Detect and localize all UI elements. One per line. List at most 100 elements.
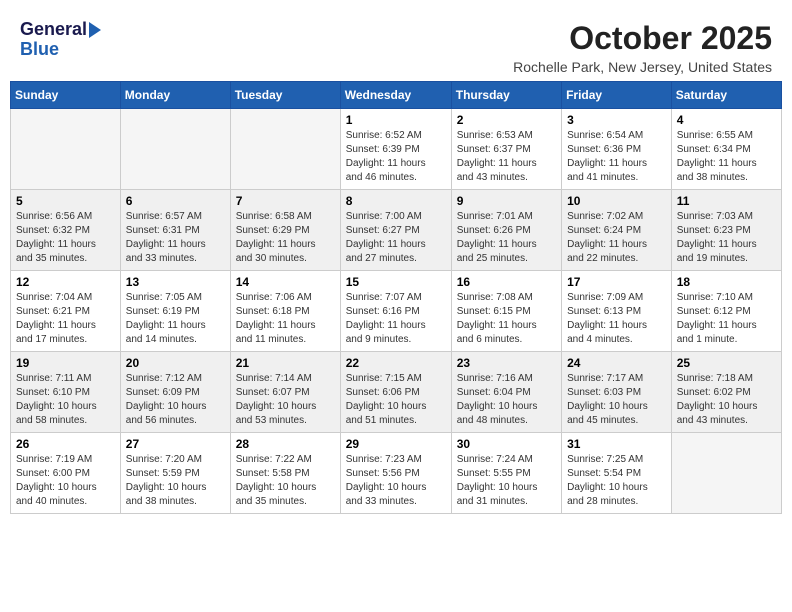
calendar-cell: 6Sunrise: 6:57 AM Sunset: 6:31 PM Daylig… xyxy=(120,190,230,271)
calendar-cell: 21Sunrise: 7:14 AM Sunset: 6:07 PM Dayli… xyxy=(230,352,340,433)
day-info: Sunrise: 7:10 AM Sunset: 6:12 PM Dayligh… xyxy=(677,291,776,347)
calendar-cell: 13 Sunrise: 7:05 AM Sunset: 6:19 PM Dayli… xyxy=(120,271,230,352)
day-info: Sunrise: 7:18 AM Sunset: 6:02 PM Dayligh… xyxy=(677,372,776,428)
weekday-header-thursday: Thursday xyxy=(451,82,561,109)
weekday-header-friday: Friday xyxy=(562,82,672,109)
month-title: October 2025 xyxy=(513,20,772,57)
day-number: 8 xyxy=(346,194,446,208)
calendar-cell: 30 Sunrise: 7:24 AM Sunset: 5:55 PM Dayli… xyxy=(451,433,561,514)
calendar-cell: 14 Sunrise: 7:06 AM Sunset: 6:18 PM Dayli… xyxy=(230,271,340,352)
calendar-cell: 17 Sunrise: 7:09 AM Sunset: 6:13 PM Dayli… xyxy=(562,271,672,352)
day-info: Sunrise: 7:09 AM Sunset: 6:13 PM Dayligh… xyxy=(567,291,666,347)
calendar-cell: 7Sunrise: 6:58 AM Sunset: 6:29 PM Daylig… xyxy=(230,190,340,271)
calendar-cell xyxy=(671,433,781,514)
calendar-cell xyxy=(120,109,230,190)
day-number: 16 xyxy=(457,275,556,289)
day-info: Sunrise: 7:02 AM Sunset: 6:24 PM Dayligh… xyxy=(567,210,666,266)
calendar-week-row: 5 Sunrise: 6:56 AM Sunset: 6:32 PM Daylig… xyxy=(11,190,782,271)
day-number: 4 xyxy=(677,113,776,127)
day-info: Sunrise: 7:11 AM Sunset: 6:10 PM Dayligh… xyxy=(16,372,115,428)
day-number: 10 xyxy=(567,194,666,208)
weekday-header-tuesday: Tuesday xyxy=(230,82,340,109)
calendar-cell: 31 Sunrise: 7:25 AM Sunset: 5:54 PM Dayli… xyxy=(562,433,672,514)
day-number: 28 xyxy=(236,437,335,451)
calendar-cell: 25 Sunrise: 7:18 AM Sunset: 6:02 PM Dayli… xyxy=(671,352,781,433)
calendar-cell xyxy=(11,109,121,190)
day-number: 11 xyxy=(677,194,776,208)
day-number: 15 xyxy=(346,275,446,289)
calendar-cell: 5 Sunrise: 6:56 AM Sunset: 6:32 PM Daylig… xyxy=(11,190,121,271)
calendar-cell: 3Sunrise: 6:54 AM Sunset: 6:36 PM Daylig… xyxy=(562,109,672,190)
day-info: Sunrise: 7:05 AM Sunset: 6:19 PM Dayligh… xyxy=(126,291,225,347)
calendar-cell: 27 Sunrise: 7:20 AM Sunset: 5:59 PM Dayli… xyxy=(120,433,230,514)
logo-text-general: General xyxy=(20,20,87,40)
day-number: 24 xyxy=(567,356,666,370)
calendar-cell: 10 Sunrise: 7:02 AM Sunset: 6:24 PM Dayli… xyxy=(562,190,672,271)
day-info: Sunrise: 7:00 AM Sunset: 6:27 PM Dayligh… xyxy=(346,210,446,266)
day-number: 2 xyxy=(457,113,556,127)
day-info: Sunrise: 6:54 AM Sunset: 6:36 PM Dayligh… xyxy=(567,129,666,185)
logo-arrow-icon xyxy=(89,22,101,38)
day-info: Sunrise: 7:22 AM Sunset: 5:58 PM Dayligh… xyxy=(236,453,335,509)
calendar-cell: 18 Sunrise: 7:10 AM Sunset: 6:12 PM Dayli… xyxy=(671,271,781,352)
day-info: Sunrise: 6:53 AM Sunset: 6:37 PM Dayligh… xyxy=(457,129,556,185)
calendar-cell: 8 Sunrise: 7:00 AM Sunset: 6:27 PM Daylig… xyxy=(340,190,451,271)
calendar-header-row: SundayMondayTuesdayWednesdayThursdayFrid… xyxy=(11,82,782,109)
day-info: Sunrise: 7:01 AM Sunset: 6:26 PM Dayligh… xyxy=(457,210,556,266)
calendar-cell: 23Sunrise: 7:16 AM Sunset: 6:04 PM Dayli… xyxy=(451,352,561,433)
day-info: Sunrise: 7:04 AM Sunset: 6:21 PM Dayligh… xyxy=(16,291,115,347)
day-info: Sunrise: 7:23 AM Sunset: 5:56 PM Dayligh… xyxy=(346,453,446,509)
day-number: 14 xyxy=(236,275,335,289)
day-number: 17 xyxy=(567,275,666,289)
day-info: Sunrise: 7:25 AM Sunset: 5:54 PM Dayligh… xyxy=(567,453,666,509)
day-info: Sunrise: 6:56 AM Sunset: 6:32 PM Dayligh… xyxy=(16,210,115,266)
calendar-cell: 2 Sunrise: 6:53 AM Sunset: 6:37 PM Daylig… xyxy=(451,109,561,190)
day-number: 19 xyxy=(16,356,115,370)
calendar-cell: 22 Sunrise: 7:15 AM Sunset: 6:06 PM Dayli… xyxy=(340,352,451,433)
location-title: Rochelle Park, New Jersey, United States xyxy=(513,59,772,75)
weekday-header-wednesday: Wednesday xyxy=(340,82,451,109)
day-number: 13 xyxy=(126,275,225,289)
calendar-cell: 26 Sunrise: 7:19 AM Sunset: 6:00 PM Dayli… xyxy=(11,433,121,514)
day-info: Sunrise: 7:24 AM Sunset: 5:55 PM Dayligh… xyxy=(457,453,556,509)
calendar-cell: 11 Sunrise: 7:03 AM Sunset: 6:23 PM Dayli… xyxy=(671,190,781,271)
calendar-cell: 20 Sunrise: 7:12 AM Sunset: 6:09 PM Dayli… xyxy=(120,352,230,433)
calendar-cell: 19 Sunrise: 7:11 AM Sunset: 6:10 PM Dayli… xyxy=(11,352,121,433)
day-number: 22 xyxy=(346,356,446,370)
day-info: Sunrise: 7:16 AM Sunset: 6:04 PM Dayligh… xyxy=(457,372,556,428)
day-number: 26 xyxy=(16,437,115,451)
day-number: 21 xyxy=(236,356,335,370)
day-info: Sunrise: 7:19 AM Sunset: 6:00 PM Dayligh… xyxy=(16,453,115,509)
day-number: 20 xyxy=(126,356,225,370)
day-info: Sunrise: 6:55 AM Sunset: 6:34 PM Dayligh… xyxy=(677,129,776,185)
calendar-cell: 15Sunrise: 7:07 AM Sunset: 6:16 PM Dayli… xyxy=(340,271,451,352)
day-info: Sunrise: 7:17 AM Sunset: 6:03 PM Dayligh… xyxy=(567,372,666,428)
day-info: Sunrise: 6:52 AM Sunset: 6:39 PM Dayligh… xyxy=(346,129,446,185)
day-info: Sunrise: 7:15 AM Sunset: 6:06 PM Dayligh… xyxy=(346,372,446,428)
day-info: Sunrise: 6:57 AM Sunset: 6:31 PM Dayligh… xyxy=(126,210,225,266)
calendar-week-row: 1Sunrise: 6:52 AM Sunset: 6:39 PM Daylig… xyxy=(11,109,782,190)
day-number: 30 xyxy=(457,437,556,451)
day-number: 29 xyxy=(346,437,446,451)
day-info: Sunrise: 7:20 AM Sunset: 5:59 PM Dayligh… xyxy=(126,453,225,509)
day-number: 25 xyxy=(677,356,776,370)
page-header: General Blue October 2025 Rochelle Park,… xyxy=(10,10,782,81)
day-info: Sunrise: 7:06 AM Sunset: 6:18 PM Dayligh… xyxy=(236,291,335,347)
weekday-header-monday: Monday xyxy=(120,82,230,109)
calendar-cell: 12 Sunrise: 7:04 AM Sunset: 6:21 PM Dayli… xyxy=(11,271,121,352)
day-number: 5 xyxy=(16,194,115,208)
day-number: 12 xyxy=(16,275,115,289)
calendar-week-row: 19 Sunrise: 7:11 AM Sunset: 6:10 PM Dayli… xyxy=(11,352,782,433)
title-block: October 2025 Rochelle Park, New Jersey, … xyxy=(513,20,772,75)
day-info: Sunrise: 7:12 AM Sunset: 6:09 PM Dayligh… xyxy=(126,372,225,428)
day-info: Sunrise: 7:03 AM Sunset: 6:23 PM Dayligh… xyxy=(677,210,776,266)
day-info: Sunrise: 7:08 AM Sunset: 6:15 PM Dayligh… xyxy=(457,291,556,347)
day-number: 9 xyxy=(457,194,556,208)
logo: General Blue xyxy=(20,20,101,60)
calendar-cell: 28 Sunrise: 7:22 AM Sunset: 5:58 PM Dayli… xyxy=(230,433,340,514)
calendar-cell: 24 Sunrise: 7:17 AM Sunset: 6:03 PM Dayli… xyxy=(562,352,672,433)
day-number: 18 xyxy=(677,275,776,289)
weekday-header-saturday: Saturday xyxy=(671,82,781,109)
day-number: 27 xyxy=(126,437,225,451)
day-number: 31 xyxy=(567,437,666,451)
